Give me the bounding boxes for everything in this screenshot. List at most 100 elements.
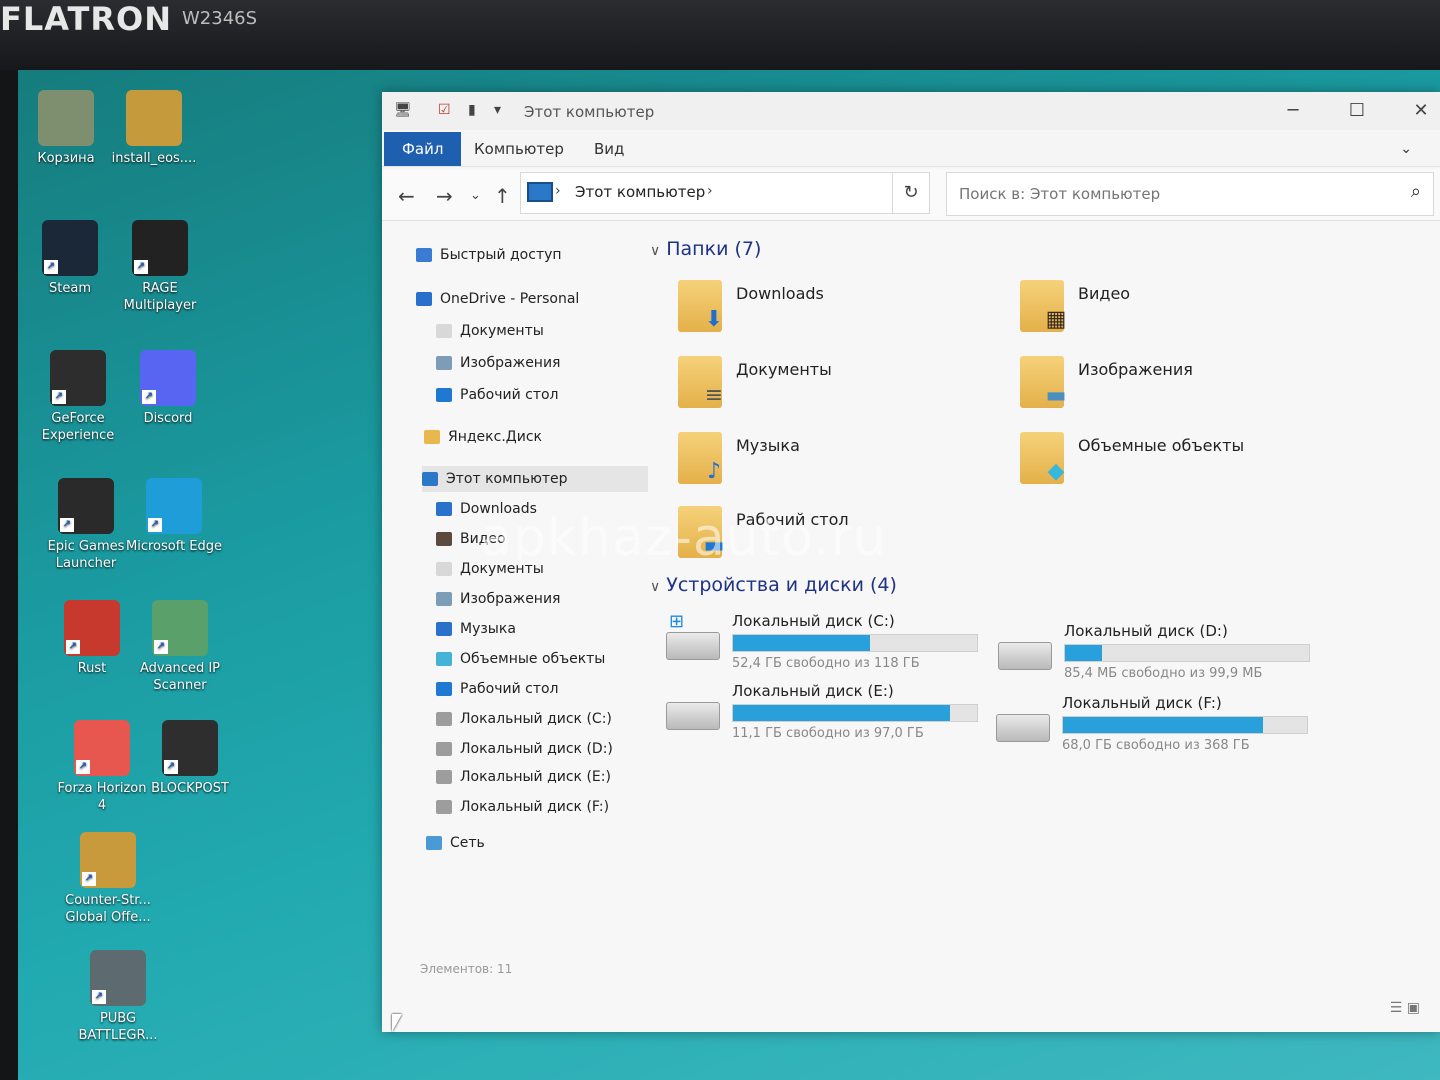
desktop-icon-label: RAGE Multiplayer: [123, 281, 197, 313]
folder-item[interactable]: ⬇ Downloads: [678, 280, 998, 340]
chevron-down-icon[interactable]: ∨: [650, 243, 660, 259]
up-button[interactable]: ↑: [494, 184, 511, 208]
search-input[interactable]: [957, 181, 1391, 207]
onedrive-icon: [416, 292, 432, 306]
sidebar-item-onedrive-pictures[interactable]: Изображения: [436, 350, 560, 376]
details-view-icon[interactable]: ☰: [1390, 1000, 1403, 1016]
minimize-button[interactable]: ─: [1270, 96, 1316, 126]
sidebar-item-label: Локальный диск (D:): [460, 741, 613, 757]
large-icons-view-icon[interactable]: ▣: [1407, 1000, 1420, 1016]
sidebar-item-music[interactable]: Музыка: [436, 616, 516, 642]
back-button[interactable]: ←: [398, 184, 415, 208]
sidebar-item-label: Рабочий стол: [460, 387, 559, 403]
pubg-icon: ↗: [90, 950, 146, 1006]
desktop-icon-4[interactable]: ↗ GeForce Experience: [30, 350, 126, 444]
ribbon-expand-icon[interactable]: ⌄: [1382, 132, 1430, 166]
folder-icon: ⬇: [678, 280, 723, 332]
blockpost-icon: ↗: [162, 720, 218, 776]
sidebar-item-drive-c[interactable]: Локальный диск (C:): [436, 706, 612, 732]
desktop-icon-9[interactable]: ↗ Advanced IP Scanner: [132, 600, 228, 694]
shortcut-arrow-icon: ↗: [66, 640, 80, 654]
folder-item[interactable]: ♪ Музыка: [678, 432, 998, 492]
folder-overlay-icon: ▬: [1045, 383, 1067, 408]
sidebar-item-3d-objects[interactable]: Объемные объекты: [436, 646, 605, 672]
breadcrumb-chevron-icon[interactable]: ›: [707, 183, 713, 199]
monitor-bezel-left: [0, 70, 18, 1080]
sidebar-item-this-pc[interactable]: Этот компьютер: [422, 466, 648, 492]
rust-icon: ↗: [64, 600, 120, 656]
desktop-icon-11[interactable]: ↗ BLOCKPOST: [142, 720, 238, 797]
downloads-icon: [436, 502, 452, 516]
desktop-icon-label: Counter-Str... Global Offe...: [65, 893, 151, 925]
new-folder-icon[interactable]: ▮: [468, 102, 476, 118]
group-devices-header[interactable]: ∨ Устройства и диски (4): [650, 574, 897, 596]
drive-item[interactable]: Локальный диск (E:) 11,1 ГБ свободно из 9…: [666, 682, 986, 748]
desktop-icon-12[interactable]: ↗ Counter-Str... Global Offe...: [60, 832, 156, 926]
desktop-icon-7[interactable]: ↗ Microsoft Edge: [126, 478, 222, 555]
folder-item[interactable]: ▦ Видео: [1020, 280, 1340, 340]
shortcut-arrow-icon: ↗: [76, 760, 90, 774]
desktop-icon-13[interactable]: ↗ PUBG BATTLEGR...: [70, 950, 166, 1044]
network-icon: ↗: [152, 600, 208, 656]
desktop-icon-2[interactable]: ↗ Steam: [22, 220, 118, 297]
maximize-button[interactable]: ☐: [1334, 96, 1380, 126]
quick-access-dropdown-icon[interactable]: ▾: [494, 102, 501, 118]
sidebar-item-label: OneDrive - Personal: [440, 291, 580, 307]
folder-item[interactable]: ≡ Документы: [678, 356, 998, 416]
computer-icon: [527, 182, 553, 202]
sidebar-item-onedrive-documents[interactable]: Документы: [436, 318, 544, 344]
chevron-down-icon[interactable]: ∨: [650, 579, 660, 595]
drive-item[interactable]: Локальный диск (D:) 85,4 МБ свободно из 9…: [998, 622, 1318, 688]
folder-icon: ≡: [678, 356, 723, 408]
desktop-icon: [436, 682, 452, 696]
view-buttons: ☰ ▣: [1390, 1000, 1420, 1016]
sidebar-item-pictures[interactable]: Изображения: [436, 586, 560, 612]
drive-free-space: 11,1 ГБ свободно из 97,0 ГБ: [732, 726, 924, 741]
sidebar-item-quick-access[interactable]: Быстрый доступ: [416, 242, 562, 268]
sidebar-item-drive-d[interactable]: Локальный диск (D:): [436, 736, 613, 762]
close-button[interactable]: ✕: [1398, 96, 1440, 126]
desktop-icon-8[interactable]: ↗ Rust: [44, 600, 140, 677]
sidebar-item-label: Сеть: [450, 835, 485, 851]
group-folders-header[interactable]: ∨ Папки (7): [650, 238, 761, 260]
recent-dropdown-icon[interactable]: ⌄: [470, 188, 481, 203]
drive-usage-fill: [1065, 645, 1102, 661]
tab-computer[interactable]: Компьютер: [456, 132, 582, 166]
desktop-icon-10[interactable]: ↗ Forza Horizon 4: [54, 720, 150, 814]
search-box[interactable]: ⌕: [946, 172, 1434, 216]
desktop-icon-0[interactable]: Корзина: [18, 90, 114, 167]
refresh-button[interactable]: ↻: [892, 172, 930, 214]
pictures-icon: [436, 592, 452, 606]
sidebar-item-onedrive[interactable]: OneDrive - Personal: [416, 286, 579, 312]
tab-file[interactable]: Файл: [384, 132, 462, 166]
desktop-icon-5[interactable]: ↗ Discord: [120, 350, 216, 427]
desktop-icon-3[interactable]: ↗ RAGE Multiplayer: [112, 220, 208, 314]
search-icon[interactable]: ⌕: [1411, 181, 1421, 202]
sidebar-item-drive-f[interactable]: Локальный диск (F:): [436, 794, 609, 820]
installer-icon: [126, 90, 182, 146]
drive-item[interactable]: ⊞ Локальный диск (C:) 52,4 ГБ свободно из …: [666, 611, 986, 678]
folder-item[interactable]: ▬ Изображения: [1020, 356, 1340, 416]
sidebar-item-onedrive-desktop[interactable]: Рабочий стол: [436, 382, 559, 408]
desktop-icon-label: Корзина: [37, 151, 95, 166]
sidebar-item-yandex-disk[interactable]: Яндекс.Диск: [424, 424, 542, 450]
desktop-icon-6[interactable]: ↗ Epic Games Launcher: [38, 478, 134, 572]
drive-item[interactable]: Локальный диск (F:) 68,0 ГБ свободно из 3…: [996, 694, 1316, 760]
sidebar-item-desktop[interactable]: Рабочий стол: [436, 676, 559, 702]
desktop-icon-1[interactable]: install_eos....: [106, 90, 202, 167]
desktop-icon-label: Microsoft Edge: [126, 539, 223, 554]
folder-overlay-icon: ≡: [704, 383, 724, 408]
sidebar-item-drive-e[interactable]: Локальный диск (E:): [436, 764, 611, 790]
folder-item[interactable]: ◆ Объемные объекты: [1020, 432, 1340, 492]
folder-name: Видео: [1078, 284, 1131, 303]
forward-button[interactable]: →: [436, 184, 453, 208]
address-bar[interactable]: › Этот компьютер › ⌄: [520, 172, 922, 214]
breadcrumb-chevron-icon[interactable]: ›: [555, 183, 561, 199]
tab-view[interactable]: Вид: [576, 132, 642, 166]
watermark: apkhaz-auto.ru: [480, 508, 887, 568]
drive-name: Локальный диск (C:): [732, 612, 895, 630]
sidebar-item-network[interactable]: Сеть: [426, 830, 485, 856]
address-path[interactable]: Этот компьютер: [575, 183, 705, 201]
properties-icon[interactable]: ☑: [438, 102, 451, 118]
sidebar-item-label: Музыка: [460, 621, 516, 637]
